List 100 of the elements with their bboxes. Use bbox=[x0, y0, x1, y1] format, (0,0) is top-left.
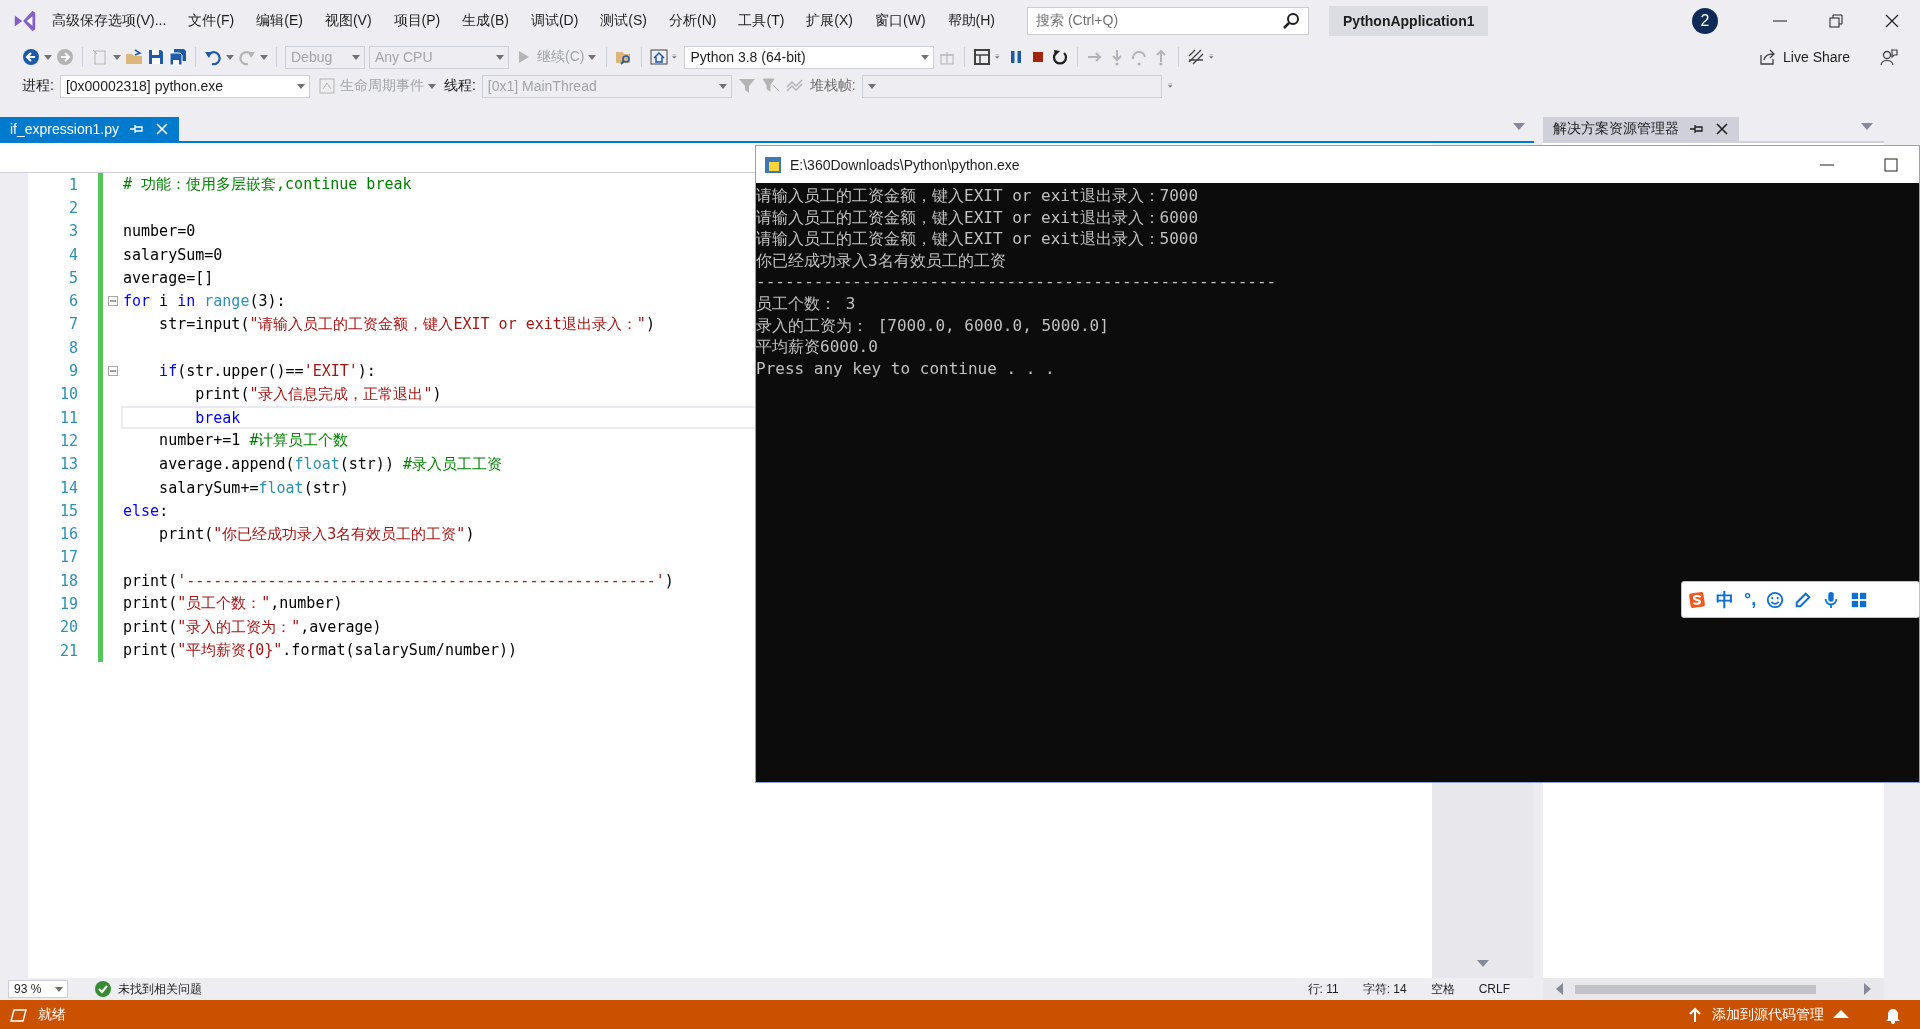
console-app-icon bbox=[764, 155, 782, 174]
hatch-icon[interactable] bbox=[1187, 48, 1206, 66]
caret-icon[interactable] bbox=[55, 985, 63, 993]
code-line: print("录入信息完成，正常退出") bbox=[194, 384, 442, 404]
menu-item[interactable]: 测试(S) bbox=[592, 12, 662, 30]
line-number: 8 bbox=[67, 338, 78, 357]
grid-icon[interactable] bbox=[1850, 590, 1869, 609]
menu-item[interactable]: 扩展(X) bbox=[798, 12, 868, 30]
open-folder-icon[interactable] bbox=[125, 48, 143, 66]
maximize-icon[interactable] bbox=[1882, 155, 1900, 174]
process-label: 进程: bbox=[22, 77, 54, 95]
console-output-line: ------------------------------------------------------ bbox=[756, 271, 1277, 293]
code-line: print("平均薪资{0}".format(salarySum/number)) bbox=[123, 641, 518, 661]
console-output-line: 请输入员工的工资金额，键入EXIT or exit退出录入：5000 bbox=[756, 228, 1199, 250]
line-number: 10 bbox=[58, 385, 78, 404]
caret-icon[interactable] bbox=[226, 53, 234, 61]
punctuation-toggle[interactable]: °, bbox=[1744, 589, 1757, 610]
scroll-thumb[interactable] bbox=[1575, 984, 1816, 994]
line-number: 1 bbox=[67, 175, 78, 194]
menu-item[interactable]: 编辑(E) bbox=[248, 12, 317, 30]
code-line: print("录入的工资为：",average) bbox=[123, 617, 382, 637]
menu-item[interactable]: 生成(B) bbox=[454, 12, 523, 30]
smiley-icon[interactable] bbox=[1766, 590, 1785, 609]
app-logo-icon bbox=[12, 8, 38, 34]
undo-icon[interactable] bbox=[204, 48, 222, 66]
console-output-line: Press any key to continue . . . bbox=[756, 357, 1055, 380]
menu-item[interactable]: 调试(D) bbox=[522, 12, 593, 30]
input-mode-toggle[interactable]: 中 bbox=[1716, 587, 1734, 612]
line-number: 13 bbox=[58, 455, 78, 474]
line-number: 4 bbox=[67, 245, 78, 264]
layout-icon[interactable] bbox=[973, 48, 992, 66]
caret-icon[interactable] bbox=[921, 53, 930, 61]
collapse-icon[interactable] bbox=[108, 296, 118, 307]
console-output-line: 员工个数： 3 bbox=[756, 292, 856, 315]
menu-item[interactable]: 帮助(H) bbox=[939, 12, 1009, 30]
menu-item[interactable]: 窗口(W) bbox=[867, 12, 940, 30]
line-ending-indicator[interactable]: CRLF bbox=[1478, 982, 1510, 996]
notification-badge[interactable]: 2 bbox=[1692, 8, 1718, 34]
search-field[interactable]: 搜索 (Ctrl+Q) bbox=[1027, 7, 1309, 35]
code-line: print('----------------------------------------------------') bbox=[123, 571, 674, 590]
line-number: 9 bbox=[67, 362, 78, 380]
zoom-dropdown[interactable]: 93 % bbox=[8, 980, 68, 998]
line-number: 16 bbox=[58, 525, 78, 544]
code-line: print("你已经成功录入3名有效员工的工资") bbox=[158, 524, 475, 544]
console-output-line: 你已经成功录入3名有效员工的工资 bbox=[756, 249, 1006, 272]
environment-dropdown[interactable]: Python 3.8 (64-bit) bbox=[684, 45, 935, 69]
source-control-button[interactable]: 添加到源代码管理 bbox=[1686, 1005, 1850, 1024]
home-icon[interactable] bbox=[650, 48, 669, 66]
code-line: average.append(float(str)) #录入员工工资 bbox=[158, 454, 502, 474]
live-share-button[interactable]: Live Share bbox=[1759, 48, 1850, 66]
line-number: 19 bbox=[58, 595, 78, 613]
code-line: str=input("请输入员工的工资金额，键入EXIT or exit退出录入：") bbox=[158, 314, 655, 334]
document-tab[interactable]: if_expression1.py bbox=[0, 117, 179, 141]
search-icon bbox=[1282, 12, 1300, 30]
caret-icon[interactable] bbox=[260, 53, 268, 61]
line-number: 14 bbox=[58, 478, 78, 497]
save-all-icon[interactable] bbox=[169, 48, 187, 66]
menu-item[interactable]: 分析(N) bbox=[661, 12, 731, 30]
code-line: else: bbox=[123, 501, 169, 520]
code-line: print("员工个数：",number) bbox=[123, 594, 343, 614]
feedback-icon[interactable] bbox=[1880, 48, 1898, 66]
console-title: E:\360Downloads\Python\python.exe bbox=[790, 156, 1020, 173]
console-output-line: 录入的工资为： [7000.0, 6000.0, 5000.0] bbox=[756, 314, 1109, 337]
caret-icon[interactable] bbox=[113, 53, 121, 61]
line-number: 17 bbox=[58, 548, 78, 567]
line-number: 12 bbox=[58, 431, 78, 450]
restart-icon[interactable] bbox=[1051, 48, 1070, 66]
menu-item[interactable]: 文件(F) bbox=[180, 12, 249, 30]
code-line: average=[] bbox=[123, 268, 214, 287]
indent-indicator[interactable]: 空格 bbox=[1430, 980, 1455, 998]
code-line: number=0 bbox=[123, 222, 196, 241]
menu-item[interactable]: 视图(V) bbox=[316, 12, 386, 30]
menu-item[interactable]: 高级保存选项(V)... bbox=[44, 12, 181, 30]
line-number: 5 bbox=[67, 268, 78, 287]
process-dropdown[interactable]: [0x00002318] python.exe bbox=[59, 74, 310, 98]
back-icon[interactable] bbox=[22, 48, 40, 66]
caret-icon[interactable] bbox=[296, 82, 305, 90]
menu-item[interactable]: 工具(T) bbox=[730, 12, 799, 30]
code-line: number+=1 #计算员工个数 bbox=[158, 431, 349, 451]
code-line: salarySum=0 bbox=[123, 245, 223, 264]
line-number: 21 bbox=[58, 641, 78, 660]
panel-tab[interactable]: 解决方案资源管理器 bbox=[1543, 117, 1739, 141]
save-icon[interactable] bbox=[147, 48, 165, 66]
issues-status[interactable]: 未找到相关问题 bbox=[118, 980, 202, 998]
menu-item[interactable]: 项目(P) bbox=[385, 12, 455, 30]
check-icon bbox=[94, 980, 112, 998]
line-number: 20 bbox=[58, 618, 78, 637]
restore-icon[interactable] bbox=[1827, 12, 1845, 30]
overflow-icon[interactable] bbox=[1167, 82, 1176, 90]
close-icon[interactable] bbox=[1883, 12, 1901, 30]
code-line: if(str.upper()=='EXIT'): bbox=[158, 362, 376, 380]
caret-icon[interactable] bbox=[44, 53, 52, 61]
line-number: 15 bbox=[58, 501, 78, 520]
line-number: 2 bbox=[67, 198, 78, 217]
collapse-icon[interactable] bbox=[108, 366, 118, 376]
column-indicator: 字符: 14 bbox=[1362, 980, 1407, 998]
input-method-logo-icon[interactable] bbox=[1688, 590, 1706, 609]
line-number: 7 bbox=[67, 315, 78, 334]
thread-label: 线程: bbox=[443, 77, 476, 95]
pencil-icon[interactable] bbox=[1794, 590, 1813, 609]
